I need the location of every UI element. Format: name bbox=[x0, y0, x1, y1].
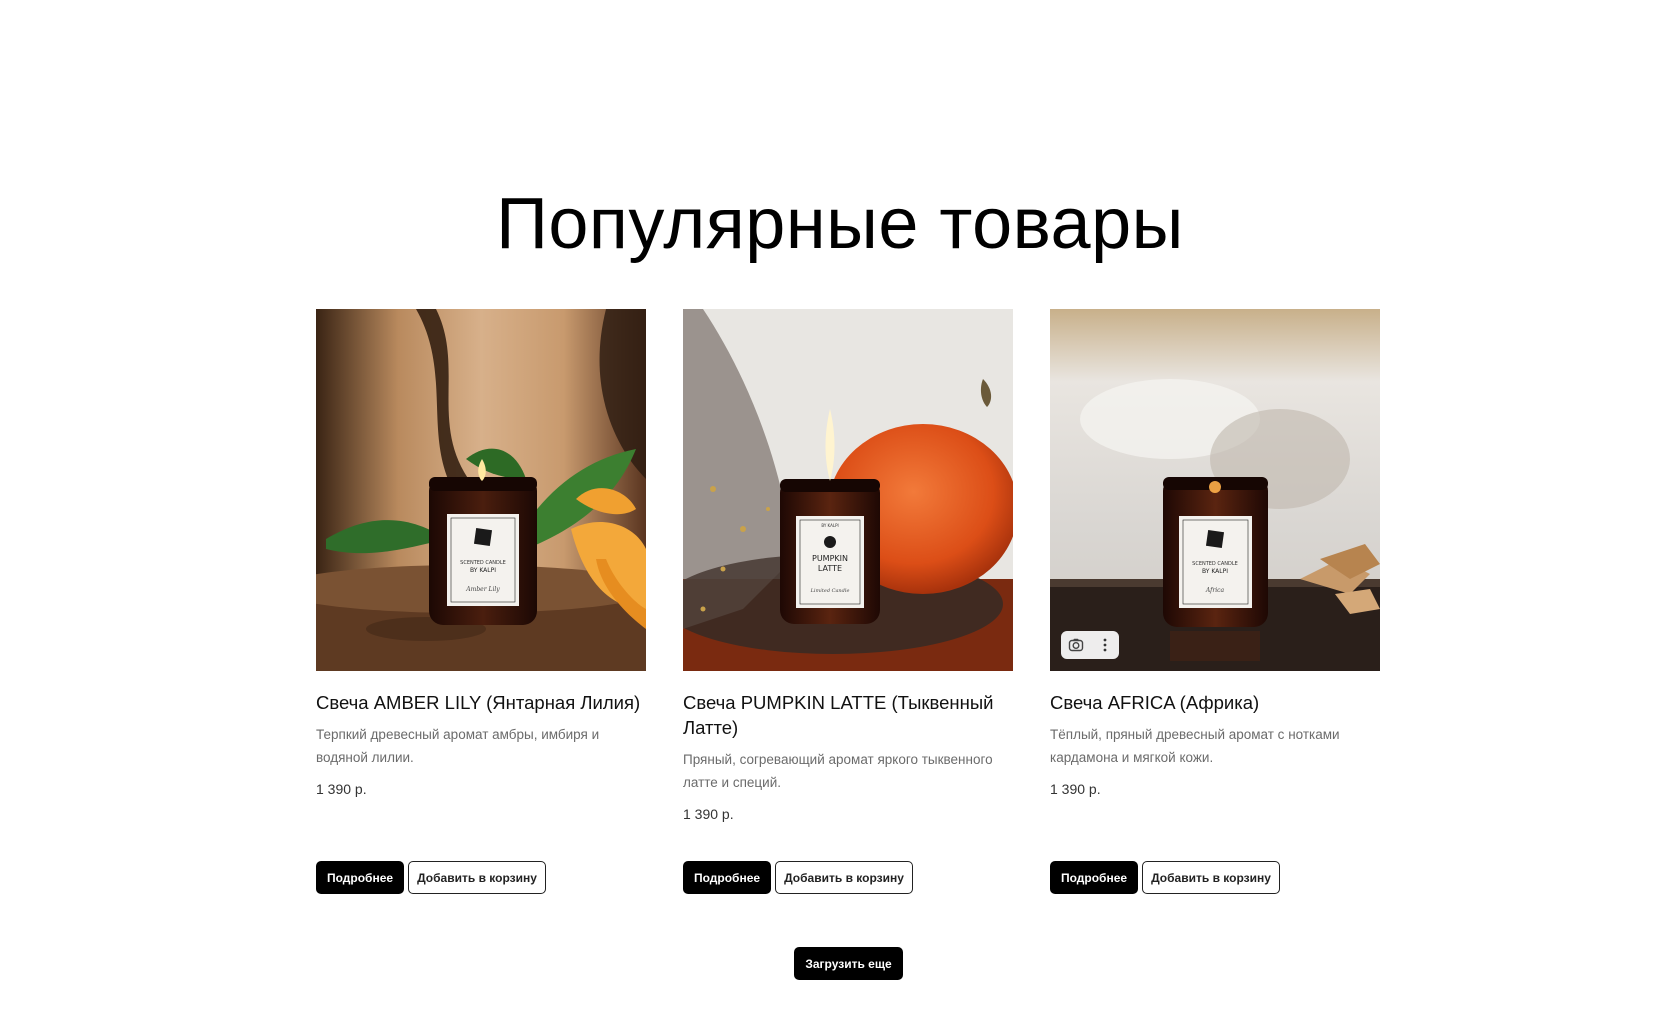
svg-text:Limited Candle: Limited Candle bbox=[810, 588, 850, 594]
svg-text:BY KALPI: BY KALPI bbox=[1202, 568, 1228, 575]
camera-search-icon[interactable] bbox=[1063, 633, 1089, 657]
svg-text:Africa: Africa bbox=[1205, 587, 1225, 594]
load-more-button[interactable]: Загрузить еще bbox=[794, 947, 903, 980]
product-title[interactable]: Свеча AMBER LILY (Янтарная Лилия) bbox=[316, 690, 646, 715]
add-to-cart-button[interactable]: Добавить в корзину bbox=[408, 861, 546, 894]
details-button[interactable]: Подробнее bbox=[316, 861, 404, 894]
details-button[interactable]: Подробнее bbox=[1050, 861, 1138, 894]
add-to-cart-button[interactable]: Добавить в корзину bbox=[1142, 861, 1280, 894]
svg-text:LATTE: LATTE bbox=[818, 564, 842, 573]
product-image-africa[interactable]: SCENTED CANDLE BY KALPI Africa bbox=[1050, 309, 1380, 671]
product-description: Пряный, согревающий аромат яркого тыквен… bbox=[683, 752, 993, 790]
product-card-africa: SCENTED CANDLE BY KALPI Africa Свеча AFR… bbox=[1050, 309, 1380, 894]
image-tools-overlay bbox=[1061, 631, 1119, 659]
product-actions: Подробнее Добавить в корзину bbox=[1050, 861, 1280, 894]
product-price: 1 390 р. bbox=[1050, 781, 1101, 797]
product-title[interactable]: Свеча PUMPKIN LATTE (Тыквенный Латте) bbox=[683, 690, 1013, 740]
add-to-cart-button[interactable]: Добавить в корзину bbox=[775, 861, 913, 894]
product-card-pumpkin-latte: BY KALPI PUMPKIN LATTE Limited Candle Св… bbox=[683, 309, 1013, 894]
product-description: Тёплый, пряный древесный аромат с ноткам… bbox=[1050, 727, 1340, 765]
details-button[interactable]: Подробнее bbox=[683, 861, 771, 894]
product-title[interactable]: Свеча AFRICA (Африка) bbox=[1050, 690, 1380, 715]
product-image-amber-lily[interactable]: SCENTED CANDLE BY KALPI Amber Lily bbox=[316, 309, 646, 671]
more-vertical-icon[interactable] bbox=[1092, 633, 1118, 657]
product-card-amber-lily: SCENTED CANDLE BY KALPI Amber Lily Свеча… bbox=[316, 309, 646, 894]
svg-text:PUMPKIN: PUMPKIN bbox=[812, 554, 848, 563]
svg-text:SCENTED CANDLE: SCENTED CANDLE bbox=[1192, 561, 1238, 567]
svg-text:Amber Lily: Amber Lily bbox=[465, 586, 500, 593]
product-actions: Подробнее Добавить в корзину bbox=[683, 861, 913, 894]
product-actions: Подробнее Добавить в корзину bbox=[316, 861, 546, 894]
section-title: Популярные товары bbox=[496, 184, 1184, 264]
product-price: 1 390 р. bbox=[316, 781, 367, 797]
svg-text:BY KALPI: BY KALPI bbox=[470, 567, 496, 574]
product-description: Терпкий древесный аромат амбры, имбиря и… bbox=[316, 727, 600, 765]
product-image-pumpkin-latte[interactable]: BY KALPI PUMPKIN LATTE Limited Candle bbox=[683, 309, 1013, 671]
svg-text:SCENTED CANDLE: SCENTED CANDLE bbox=[460, 560, 506, 566]
svg-text:BY KALPI: BY KALPI bbox=[821, 523, 838, 528]
product-price: 1 390 р. bbox=[683, 806, 734, 822]
